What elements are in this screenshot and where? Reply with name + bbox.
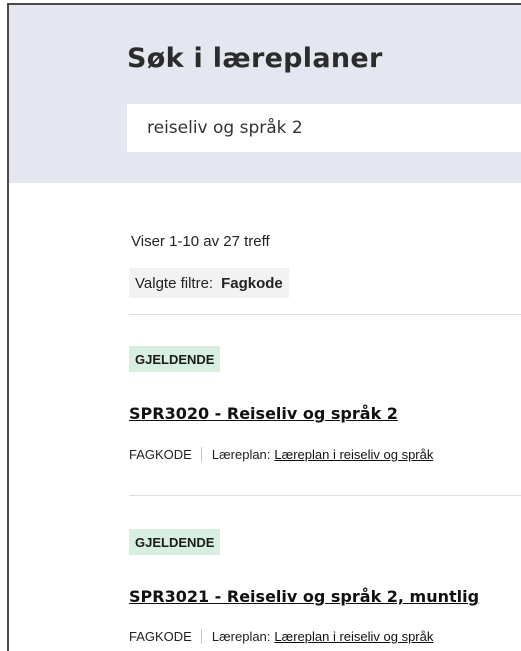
result-type: FAGKODE bbox=[129, 447, 202, 462]
status-badge: GJELDENDE bbox=[129, 529, 221, 555]
filter-chip-fagkode[interactable]: Fagkode bbox=[221, 275, 283, 292]
plan-label: Læreplan: bbox=[211, 447, 271, 462]
status-badge: GJELDENDE bbox=[129, 346, 221, 372]
result-title-link[interactable]: SPR3020 - Reiseliv og språk 2 bbox=[129, 404, 398, 423]
plan-link[interactable]: Læreplan i reiseliv og språk bbox=[274, 447, 433, 462]
plan-link[interactable]: Læreplan i reiseliv og språk bbox=[274, 629, 433, 644]
browser-viewport: Søk i læreplaner Viser 1-10 av 27 treff … bbox=[7, 3, 521, 651]
filters-label: Valgte filtre: bbox=[135, 274, 214, 292]
divider bbox=[129, 495, 521, 496]
plan-label: Læreplan: bbox=[211, 629, 271, 644]
result-type: FAGKODE bbox=[129, 629, 202, 644]
search-header: Søk i læreplaner bbox=[9, 5, 521, 183]
result-meta: FAGKODE Læreplan: Læreplan i reiseliv og… bbox=[129, 447, 433, 462]
search-input[interactable] bbox=[127, 104, 521, 152]
selected-filters: Valgte filtre: Fagkode bbox=[129, 268, 289, 298]
page-title: Søk i læreplaner bbox=[127, 43, 383, 74]
result-meta: FAGKODE Læreplan: Læreplan i reiseliv og… bbox=[129, 629, 433, 644]
result-count: Viser 1-10 av 27 treff bbox=[131, 233, 270, 250]
result-title-link[interactable]: SPR3021 - Reiseliv og språk 2, muntlig bbox=[129, 587, 479, 606]
divider bbox=[129, 314, 521, 315]
